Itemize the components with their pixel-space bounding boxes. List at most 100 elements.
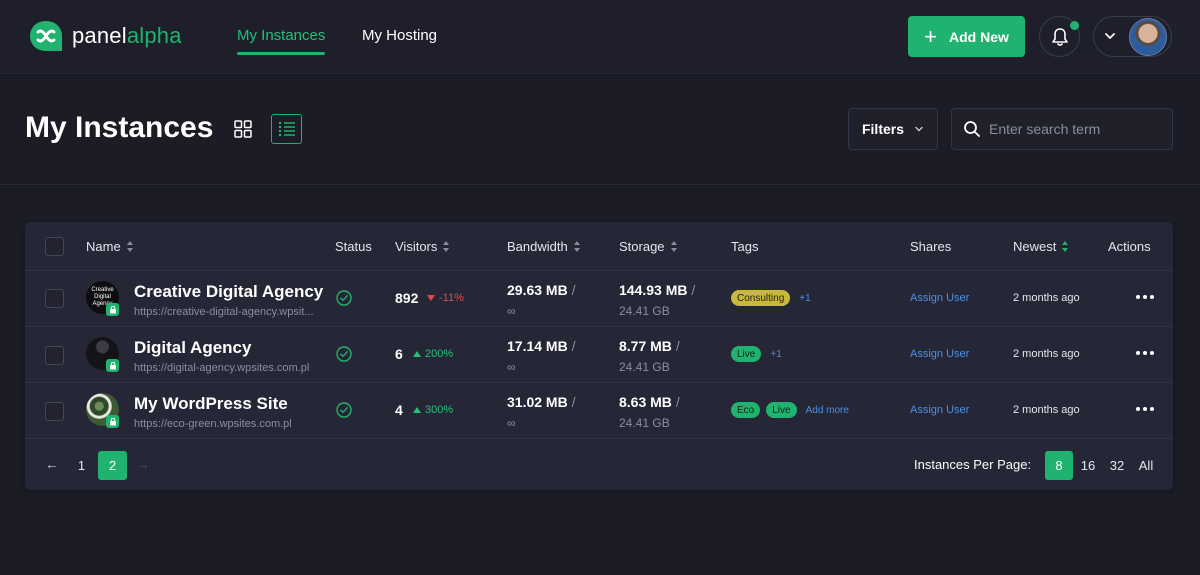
per-page-8-button[interactable]: 8 (1045, 451, 1073, 480)
column-label: Actions (1108, 239, 1151, 254)
created-date: 2 months ago (1013, 404, 1080, 416)
created-date: 2 months ago (1013, 348, 1080, 360)
storage-limit: 24.41 GB (619, 360, 670, 374)
tags-more-link[interactable]: +1 (770, 349, 781, 360)
tag-live[interactable]: Live (731, 346, 762, 362)
status-ok-icon (336, 346, 352, 362)
panelalpha-logo-icon (30, 21, 62, 51)
notification-dot (1070, 21, 1079, 30)
visitors-trend: 300% (413, 404, 453, 416)
avatar (1129, 18, 1167, 56)
table-row: My WordPress Site https://eco-green.wpsi… (25, 383, 1173, 439)
column-label: Tags (731, 239, 759, 254)
visitors-trend: -11% (427, 292, 464, 304)
column-label: Status (335, 239, 372, 254)
sort-icon (126, 241, 134, 252)
site-url[interactable]: https://creative-digital-agency.wpsit... (134, 306, 324, 318)
site-name[interactable]: My WordPress Site (134, 394, 288, 414)
search-box (951, 108, 1173, 150)
search-icon (964, 121, 980, 137)
bandwidth-limit: ∞ (507, 304, 516, 318)
column-header-bandwidth[interactable]: Bandwidth (507, 239, 581, 254)
page-1-button[interactable]: 1 (67, 451, 96, 480)
nav-tab-my-hosting[interactable]: My Hosting (362, 27, 437, 44)
list-view-button[interactable] (271, 114, 302, 144)
site-url[interactable]: https://eco-green.wpsites.com.pl (134, 418, 324, 430)
lock-icon (106, 303, 119, 316)
tags-cell: Eco Live Add more (731, 402, 849, 418)
table-row: Creative Digital Agency Creative Digital… (25, 271, 1173, 327)
plus-icon: + (924, 23, 937, 49)
lock-icon (106, 359, 119, 372)
column-header-name[interactable]: Name (86, 239, 134, 254)
bandwidth-value: 29.63 MB / (507, 282, 576, 298)
column-header-status: Status (335, 239, 372, 254)
page-2-button[interactable]: 2 (98, 451, 127, 480)
row-checkbox[interactable] (45, 346, 64, 365)
storage-limit: 24.41 GB (619, 304, 670, 318)
more-actions-icon[interactable] (1135, 345, 1155, 361)
trend-up-icon (413, 407, 421, 413)
visitors-count: 892 (395, 290, 419, 306)
search-input[interactable] (989, 121, 1159, 137)
site-url[interactable]: https://digital-agency.wpsites.com.pl (134, 362, 324, 374)
trend-value: -11% (439, 292, 464, 304)
more-actions-icon[interactable] (1135, 289, 1155, 305)
column-label: Newest (1013, 239, 1057, 254)
filters-label: Filters (861, 121, 904, 137)
column-header-visitors[interactable]: Visitors (395, 239, 450, 254)
table-header: Name Status Visitors Bandwidth Storage T… (25, 222, 1173, 271)
row-checkbox[interactable] (45, 289, 64, 308)
assign-user-link[interactable]: Assign User (910, 292, 969, 304)
user-menu-button[interactable] (1093, 16, 1172, 57)
per-page-32-button[interactable]: 32 (1103, 451, 1131, 480)
tag-consulting[interactable]: Consulting (731, 290, 791, 306)
row-checkbox[interactable] (45, 402, 64, 421)
column-label: Bandwidth (507, 239, 568, 254)
bandwidth-limit: ∞ (507, 416, 516, 430)
previous-page-arrow-icon[interactable]: ← (45, 456, 59, 472)
column-label: Storage (619, 239, 665, 254)
notifications-button[interactable] (1039, 16, 1080, 57)
bandwidth-value: 17.14 MB / (507, 338, 576, 354)
site-name[interactable]: Digital Agency (134, 338, 251, 358)
brand-name: panelalpha (72, 23, 182, 48)
chevron-down-icon (1105, 33, 1115, 39)
next-page-arrow-icon[interactable]: → (136, 456, 150, 472)
nav-tab-my-instances[interactable]: My Instances (237, 27, 326, 55)
column-header-storage[interactable]: Storage (619, 239, 678, 254)
status-ok-icon (336, 402, 352, 418)
column-header-newest[interactable]: Newest (1013, 239, 1069, 254)
tags-more-link[interactable]: +1 (799, 293, 810, 304)
tags-cell: Live +1 (731, 346, 782, 362)
site-thumbnail (86, 393, 119, 428)
trend-down-icon (427, 295, 435, 301)
visitors-trend: 200% (413, 348, 453, 360)
select-all-checkbox[interactable] (45, 237, 64, 256)
column-header-actions: Actions (1108, 239, 1151, 254)
site-name[interactable]: Creative Digital Agency (134, 282, 323, 302)
tag-eco[interactable]: Eco (731, 402, 761, 418)
sort-icon (573, 241, 581, 252)
storage-limit: 24.41 GB (619, 416, 670, 430)
trend-up-icon (413, 351, 421, 357)
assign-user-link[interactable]: Assign User (910, 404, 969, 416)
per-page-16-button[interactable]: 16 (1074, 451, 1102, 480)
site-thumbnail (86, 337, 119, 372)
sort-icon (670, 241, 678, 252)
filters-button[interactable]: Filters (848, 108, 938, 150)
per-page-label: Instances Per Page: (914, 457, 1032, 472)
status-ok-icon (336, 290, 352, 306)
sort-icon (1062, 241, 1069, 252)
storage-value: 144.93 MB / (619, 282, 696, 298)
add-new-label: Add New (948, 28, 1009, 45)
more-actions-icon[interactable] (1135, 401, 1155, 417)
tag-live[interactable]: Live (766, 402, 797, 418)
add-new-button[interactable]: + Add New (908, 16, 1025, 57)
per-page-all-button[interactable]: All (1132, 451, 1160, 480)
add-more-tags-link[interactable]: Add more (806, 405, 849, 416)
assign-user-link[interactable]: Assign User (910, 348, 969, 360)
chevron-down-icon (915, 126, 923, 132)
brand-logo[interactable]: panelalpha (28, 19, 182, 53)
grid-view-button[interactable] (228, 114, 258, 144)
